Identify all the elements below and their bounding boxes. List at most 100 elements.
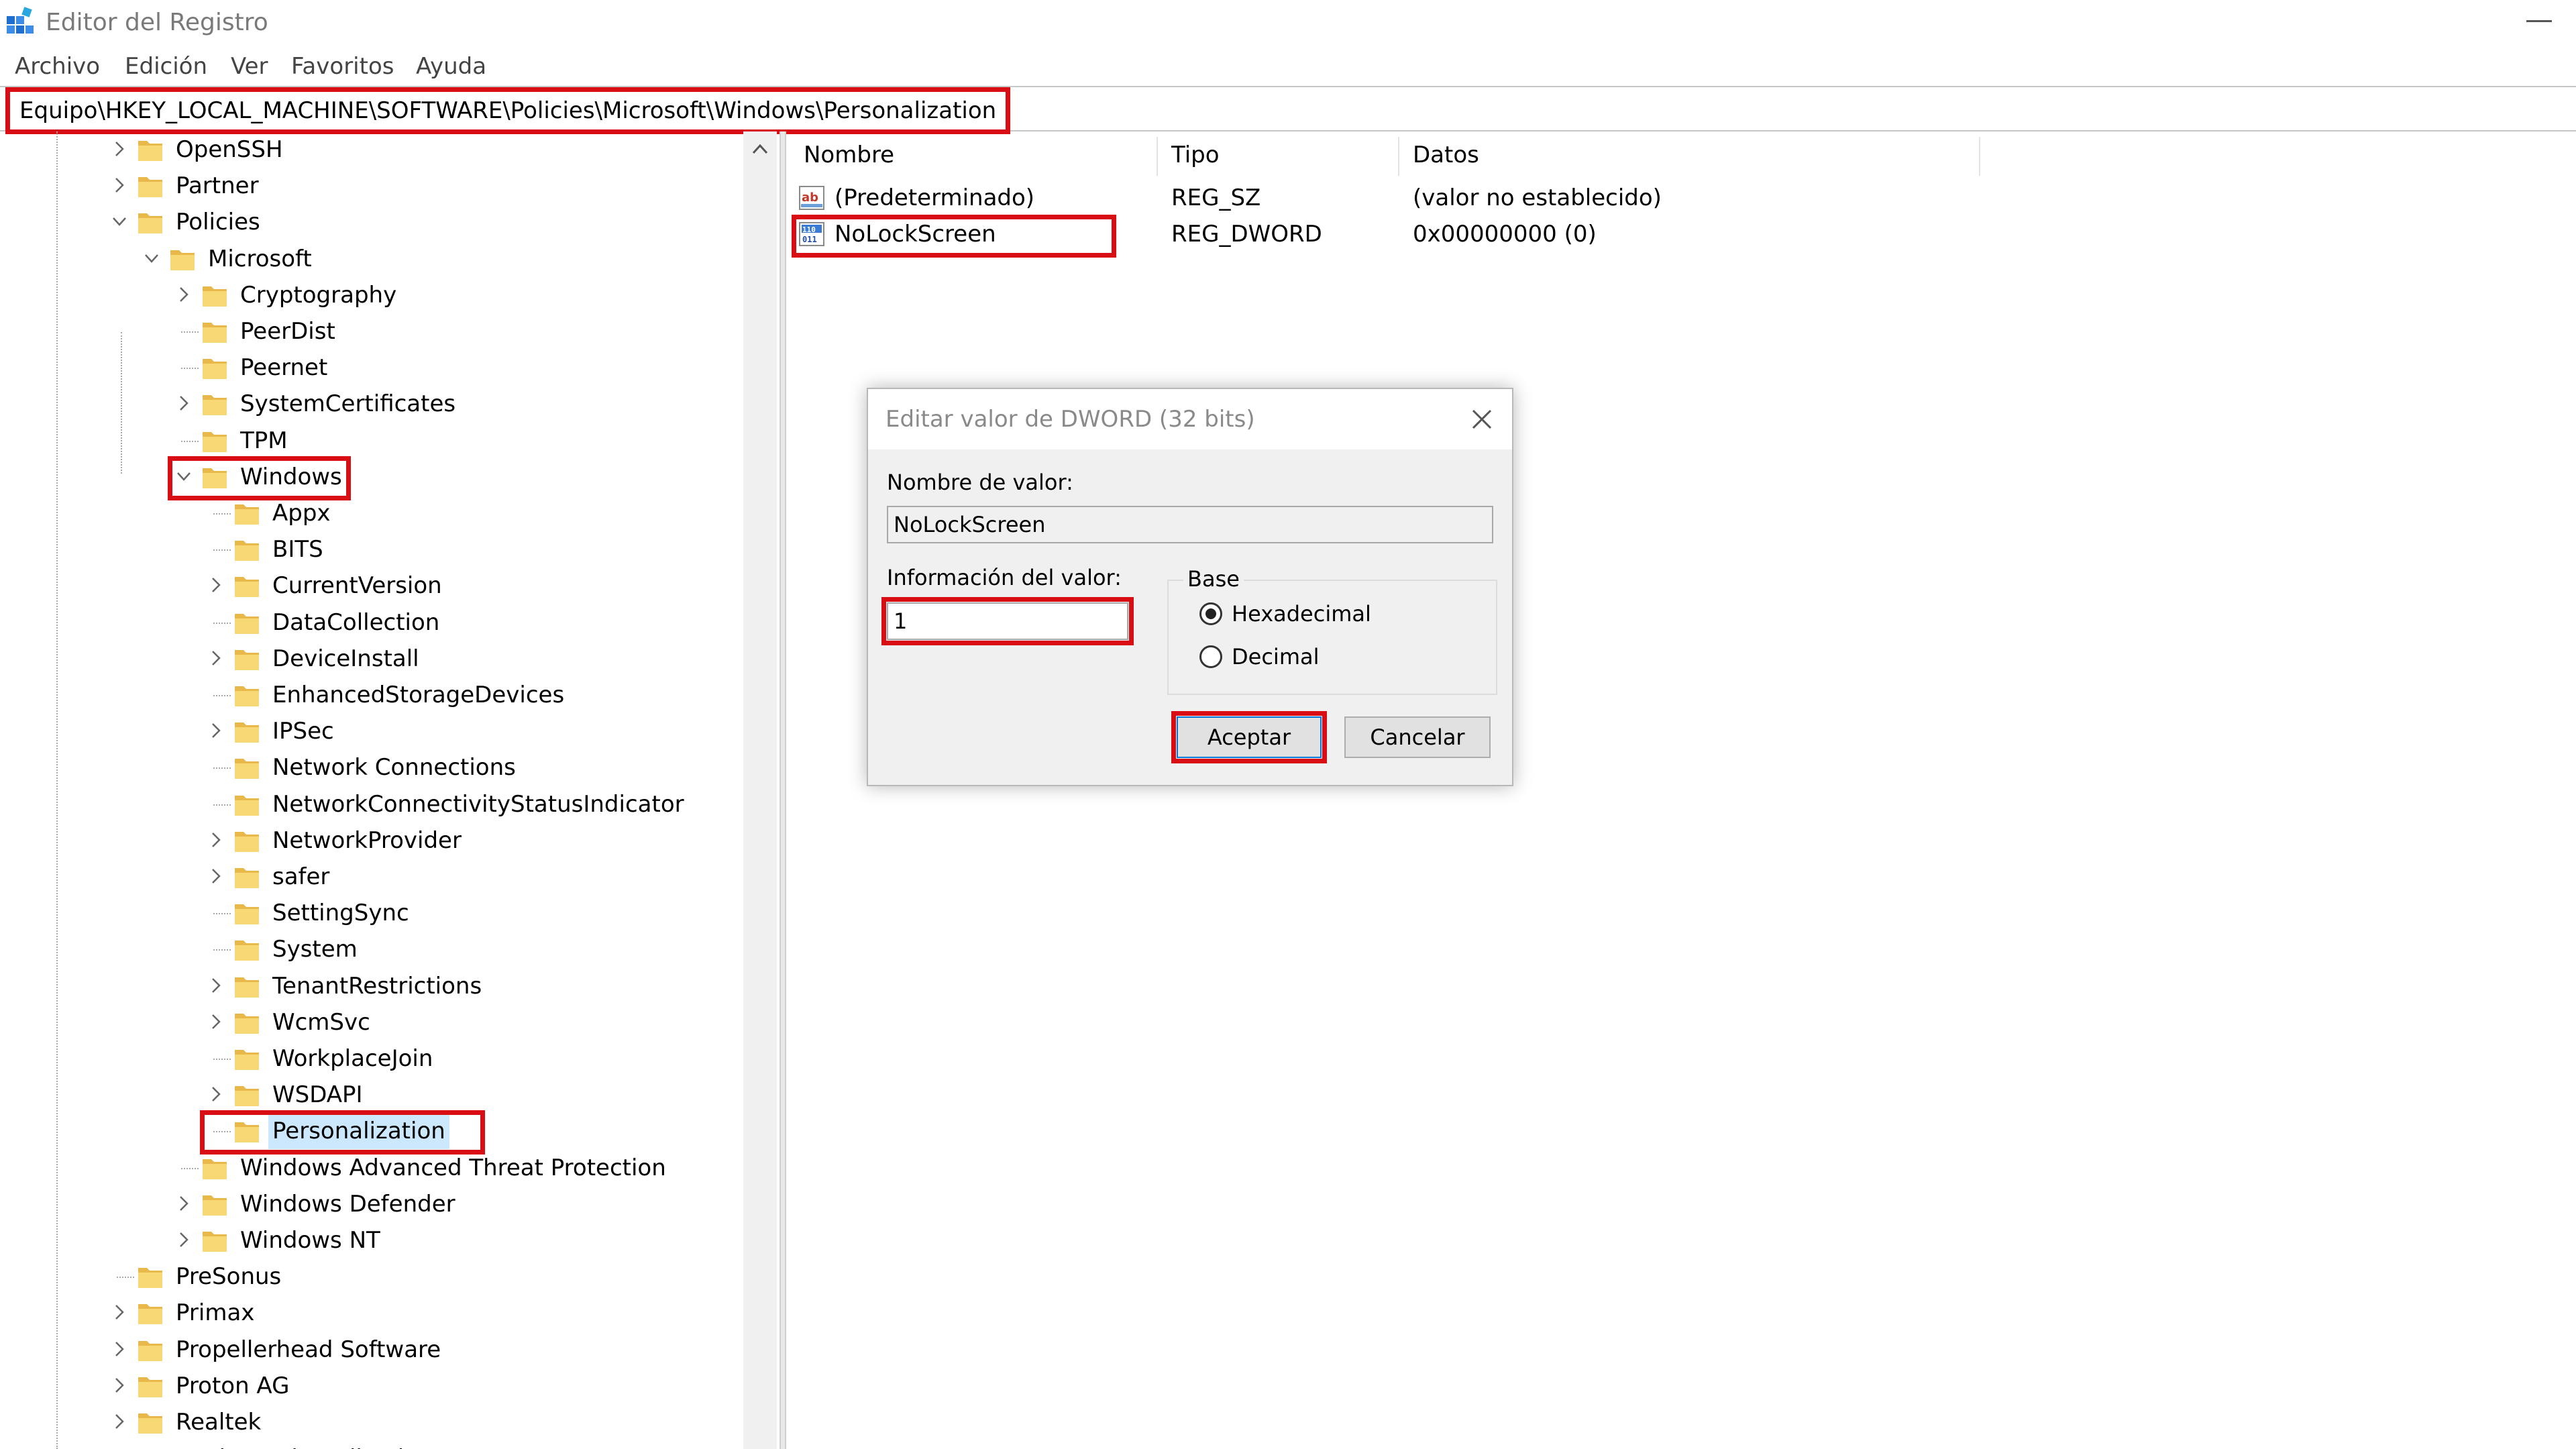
tree-node[interactable]: WcmSvc xyxy=(207,1004,738,1040)
chevron-right-icon[interactable] xyxy=(174,1230,193,1249)
chevron-right-icon[interactable] xyxy=(207,1012,225,1031)
menu-ayuda[interactable]: Ayuda xyxy=(416,51,486,82)
tree-node[interactable]: Windows Defender xyxy=(174,1186,738,1222)
tree-node[interactable]: TenantRestrictions xyxy=(207,968,738,1004)
chevron-right-icon[interactable] xyxy=(110,176,129,195)
tree-node-label: Appx xyxy=(272,500,331,527)
tree-node[interactable]: SystemCertificates xyxy=(174,386,738,422)
tree-scrollbar[interactable] xyxy=(743,131,777,1449)
tree-node-label: WorkplaceJoin xyxy=(272,1045,433,1072)
tree-node[interactable]: DeviceInstall xyxy=(207,641,738,677)
tree-node[interactable]: Proton AG xyxy=(110,1368,738,1404)
tree-node-label: BITS xyxy=(272,536,323,564)
tree-node-label: Policies xyxy=(176,209,260,236)
address-bar[interactable]: Equipo\HKEY_LOCAL_MACHINE\SOFTWARE\Polic… xyxy=(0,86,2576,134)
radio-hexadecimal[interactable] xyxy=(1199,602,1222,625)
chevron-right-icon[interactable] xyxy=(174,1194,193,1213)
column-separator[interactable] xyxy=(1398,137,1399,176)
address-path[interactable]: Equipo\HKEY_LOCAL_MACHINE\SOFTWARE\Polic… xyxy=(5,87,1011,134)
tree-node[interactable]: Personalization xyxy=(200,1110,738,1155)
scroll-up-icon[interactable] xyxy=(750,140,770,160)
value-name-field: NoLockScreen xyxy=(887,506,1493,543)
folder-icon xyxy=(138,213,162,234)
chevron-right-icon[interactable] xyxy=(207,576,225,594)
tree-node[interactable]: PeerDist xyxy=(174,313,738,350)
chevron-right-icon[interactable] xyxy=(207,867,225,885)
tree-node-label: SystemCertificates xyxy=(240,390,456,418)
chevron-right-icon[interactable] xyxy=(110,140,129,158)
tree-node[interactable]: Peernet xyxy=(174,350,738,386)
tree-node[interactable]: Partner xyxy=(110,168,738,204)
chevron-right-icon[interactable] xyxy=(110,1340,129,1358)
chevron-right-icon[interactable] xyxy=(110,1412,129,1431)
tree-node[interactable]: System xyxy=(207,931,738,967)
chevron-down-icon[interactable] xyxy=(142,249,161,268)
chevron-right-icon[interactable] xyxy=(207,1085,225,1104)
tree-guide-line xyxy=(213,949,231,951)
tree-node[interactable]: Cryptography xyxy=(174,277,738,313)
column-header-nombre[interactable]: Nombre xyxy=(804,131,894,178)
tree-node[interactable]: Windows NT xyxy=(174,1222,738,1258)
chevron-right-icon[interactable] xyxy=(174,394,193,413)
chevron-right-icon[interactable] xyxy=(207,976,225,995)
chevron-right-icon[interactable] xyxy=(174,285,193,304)
tree-node[interactable]: SettingSync xyxy=(207,895,738,931)
tree-node[interactable]: Primax xyxy=(110,1295,738,1331)
folder-icon xyxy=(235,1013,259,1034)
tree-node[interactable]: safer xyxy=(207,859,738,895)
value-row[interactable]: ab (Predeterminado) REG_SZ (valor no est… xyxy=(786,180,2576,216)
tree-guide-line xyxy=(213,695,231,696)
tree-node[interactable]: NetworkProvider xyxy=(207,822,738,859)
value-row[interactable]: 011 110 NoLockScreen REG_DWORD 0x0000000… xyxy=(786,215,2576,258)
column-separator[interactable] xyxy=(1979,137,1980,176)
column-header-tipo[interactable]: Tipo xyxy=(1171,131,1220,178)
folder-icon xyxy=(137,1446,164,1449)
tree-node[interactable]: IPSec xyxy=(207,713,738,749)
tree-node[interactable]: Microsoft xyxy=(142,241,738,277)
radio-decimal[interactable] xyxy=(1199,645,1222,668)
tree-node[interactable]: Registered Applications xyxy=(110,1440,738,1449)
chevron-right-icon[interactable] xyxy=(110,1376,129,1395)
tree-node[interactable]: Windows xyxy=(168,455,738,500)
menu-edicion[interactable]: Edición xyxy=(125,51,207,82)
column-separator[interactable] xyxy=(1157,137,1158,176)
menu-favoritos[interactable]: Favoritos xyxy=(291,51,394,82)
tree-node[interactable]: WorkplaceJoin xyxy=(207,1040,738,1077)
column-header-datos[interactable]: Datos xyxy=(1413,131,1479,178)
menu-ver[interactable]: Ver xyxy=(231,51,268,82)
tree-node[interactable]: Realtek xyxy=(110,1404,738,1440)
tree-node[interactable]: Appx xyxy=(207,495,738,531)
tree-node[interactable]: CurrentVersion xyxy=(207,568,738,604)
radio-hexadecimal-label[interactable]: Hexadecimal xyxy=(1232,600,1371,628)
close-icon[interactable] xyxy=(1469,407,1495,432)
chevron-down-icon[interactable] xyxy=(110,212,129,231)
edit-dword-dialog: Editar valor de DWORD (32 bits) Nombre d… xyxy=(867,388,1513,786)
cancel-button[interactable]: Cancelar xyxy=(1344,716,1491,758)
pane-splitter[interactable] xyxy=(780,131,786,1449)
tree-node[interactable]: Network Connections xyxy=(207,749,738,786)
tree-node-label: WSDAPI xyxy=(272,1081,363,1109)
tree-node[interactable]: NetworkConnectivityStatusIndicator xyxy=(207,786,738,822)
tree-guide-line xyxy=(213,913,231,915)
menu-archivo[interactable]: Archivo xyxy=(15,51,100,82)
title-bar: Editor del Registro xyxy=(0,0,2576,50)
tree-node[interactable]: EnhancedStorageDevices xyxy=(207,677,738,713)
chevron-right-icon[interactable] xyxy=(207,721,225,740)
chevron-right-icon[interactable] xyxy=(207,649,225,667)
value-data: (valor no establecido) xyxy=(1413,184,1662,211)
chevron-right-icon[interactable] xyxy=(110,1303,129,1322)
chevron-right-icon[interactable] xyxy=(207,830,225,849)
radio-decimal-label[interactable]: Decimal xyxy=(1232,643,1319,671)
tree-node[interactable]: TPM xyxy=(174,423,738,459)
tree-node[interactable]: Policies xyxy=(110,204,738,240)
tree-node[interactable]: BITS xyxy=(207,531,738,568)
tree-node[interactable]: PreSonus xyxy=(110,1258,738,1295)
tree-node[interactable]: WSDAPI xyxy=(207,1077,738,1113)
tree-node[interactable]: Propellerhead Software xyxy=(110,1332,738,1368)
minimize-button[interactable] xyxy=(2502,0,2576,44)
tree-node[interactable]: Windows Advanced Threat Protection xyxy=(174,1150,738,1186)
folder-icon xyxy=(235,795,259,816)
tree-node[interactable]: OpenSSH xyxy=(110,131,738,168)
folder-icon xyxy=(203,431,227,452)
tree-node[interactable]: DataCollection xyxy=(207,604,738,641)
